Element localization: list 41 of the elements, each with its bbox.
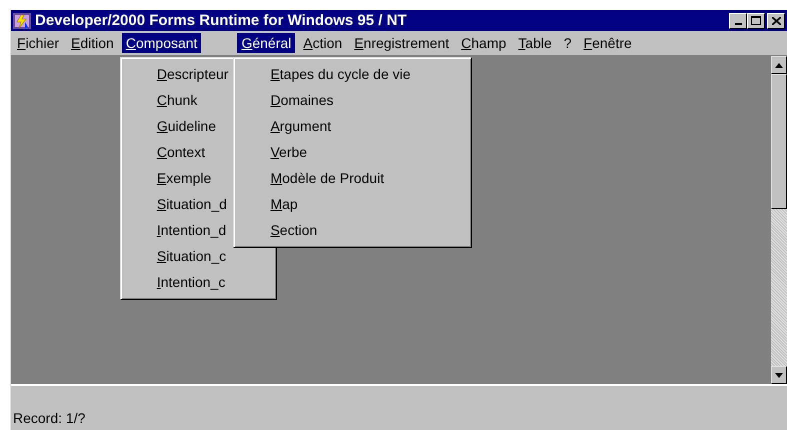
menu-item[interactable]: Fichier — [13, 33, 64, 53]
menu-option[interactable]: Domaines — [270, 87, 411, 113]
scroll-thumb[interactable] — [771, 74, 787, 209]
maximize-icon — [751, 16, 761, 24]
minimize-button[interactable] — [729, 12, 747, 28]
close-icon — [772, 16, 780, 24]
scroll-up-button[interactable] — [771, 56, 787, 74]
menu-option[interactable]: Verbe — [270, 139, 411, 165]
menu-option[interactable]: Descripteur — [156, 61, 228, 87]
vertical-scrollbar[interactable] — [771, 56, 787, 384]
maximize-button[interactable] — [747, 12, 765, 28]
menu-item[interactable]: Général — [237, 33, 296, 53]
down-arrow-icon — [775, 372, 783, 378]
menu-item[interactable]: Composant — [122, 33, 202, 53]
minimize-icon — [734, 22, 742, 24]
menu-option[interactable]: Modèle de Produit — [270, 165, 411, 191]
menu-option[interactable]: Etapes du cycle de vie — [270, 61, 411, 87]
menu-option[interactable]: Context — [156, 139, 228, 165]
app-icon — [13, 12, 31, 28]
menu-option[interactable]: Intention_d — [156, 217, 228, 243]
menu-option[interactable]: Intention_c — [156, 269, 228, 295]
menu-option[interactable]: Section — [270, 217, 411, 243]
menu-option[interactable]: Exemple — [156, 165, 228, 191]
up-arrow-icon — [775, 62, 783, 68]
menu-item[interactable]: ? — [560, 33, 576, 53]
status-text: Record: 1/? — [13, 410, 86, 426]
menu-option[interactable]: Map — [270, 191, 411, 217]
menu-option[interactable]: Argument — [270, 113, 411, 139]
menu-item[interactable]: Fenêtre — [580, 33, 636, 53]
window-title: Developer/2000 Forms Runtime for Windows 95 / NT — [35, 12, 408, 29]
menu-item[interactable]: Champ — [457, 33, 510, 53]
menu-item[interactable]: Action — [299, 33, 346, 53]
menu-item[interactable]: Edition — [67, 33, 118, 53]
menu-item[interactable]: Table — [514, 33, 556, 53]
close-button[interactable] — [767, 12, 785, 28]
menu-option[interactable]: Situation_c — [156, 243, 228, 269]
menu-option[interactable]: Chunk — [156, 87, 228, 113]
scroll-down-button[interactable] — [771, 366, 787, 384]
menu-item[interactable]: Enregistrement — [350, 33, 454, 53]
menu-option[interactable]: Guideline — [156, 113, 228, 139]
menu-option[interactable]: Situation_d — [156, 191, 228, 217]
